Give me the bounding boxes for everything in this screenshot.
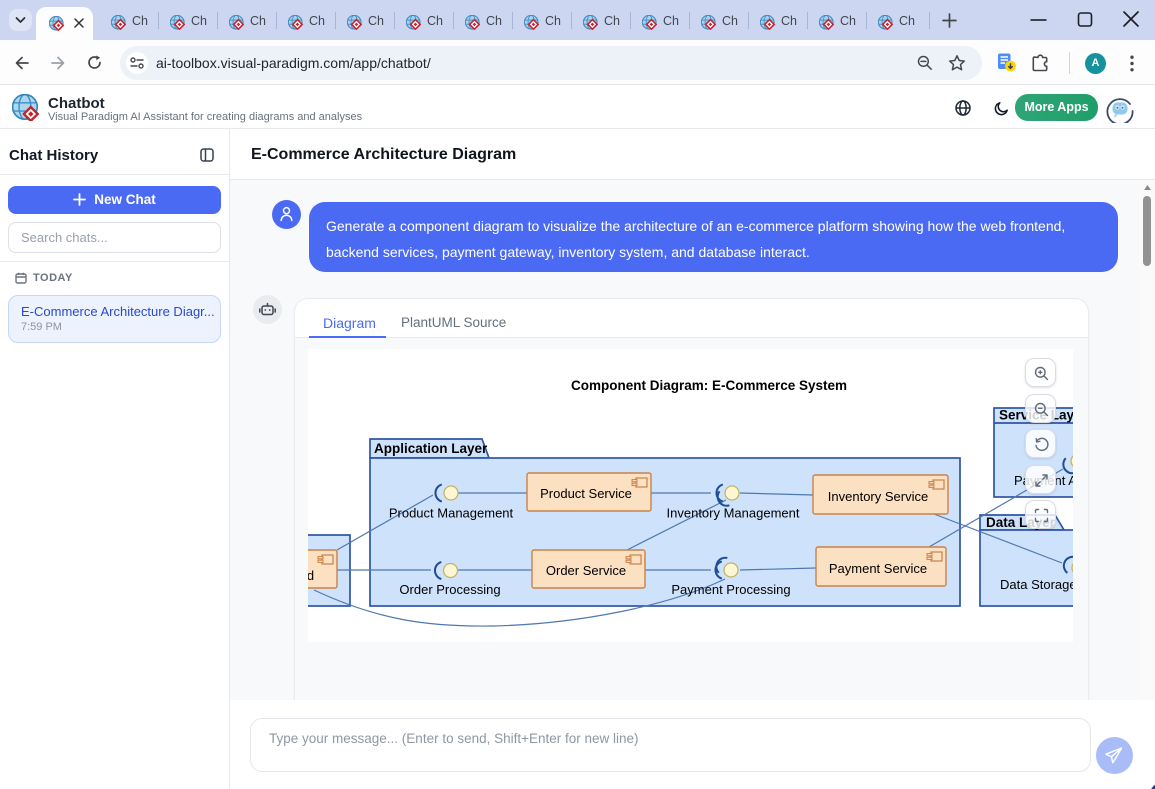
svg-text:Product Management: Product Management <box>389 506 514 521</box>
svg-text:Component Diagram: E-Commerce: Component Diagram: E-Commerce System <box>571 378 847 393</box>
svg-text:Inventory Management: Inventory Management <box>667 506 800 521</box>
svg-text:Order Service: Order Service <box>546 563 626 578</box>
svg-text:Product Service: Product Service <box>540 486 632 501</box>
svg-text:Web Frontend: Web Frontend <box>308 568 314 583</box>
svg-text:Payment Service: Payment Service <box>829 561 927 576</box>
svg-text:Data Storage: Data Storage <box>1000 577 1073 592</box>
svg-text:Application Layer: Application Layer <box>374 441 488 456</box>
svg-text:Inventory Service: Inventory Service <box>828 489 928 504</box>
svg-text:Order Processing: Order Processing <box>399 582 500 597</box>
svg-text:Payment Processing: Payment Processing <box>671 582 790 597</box>
